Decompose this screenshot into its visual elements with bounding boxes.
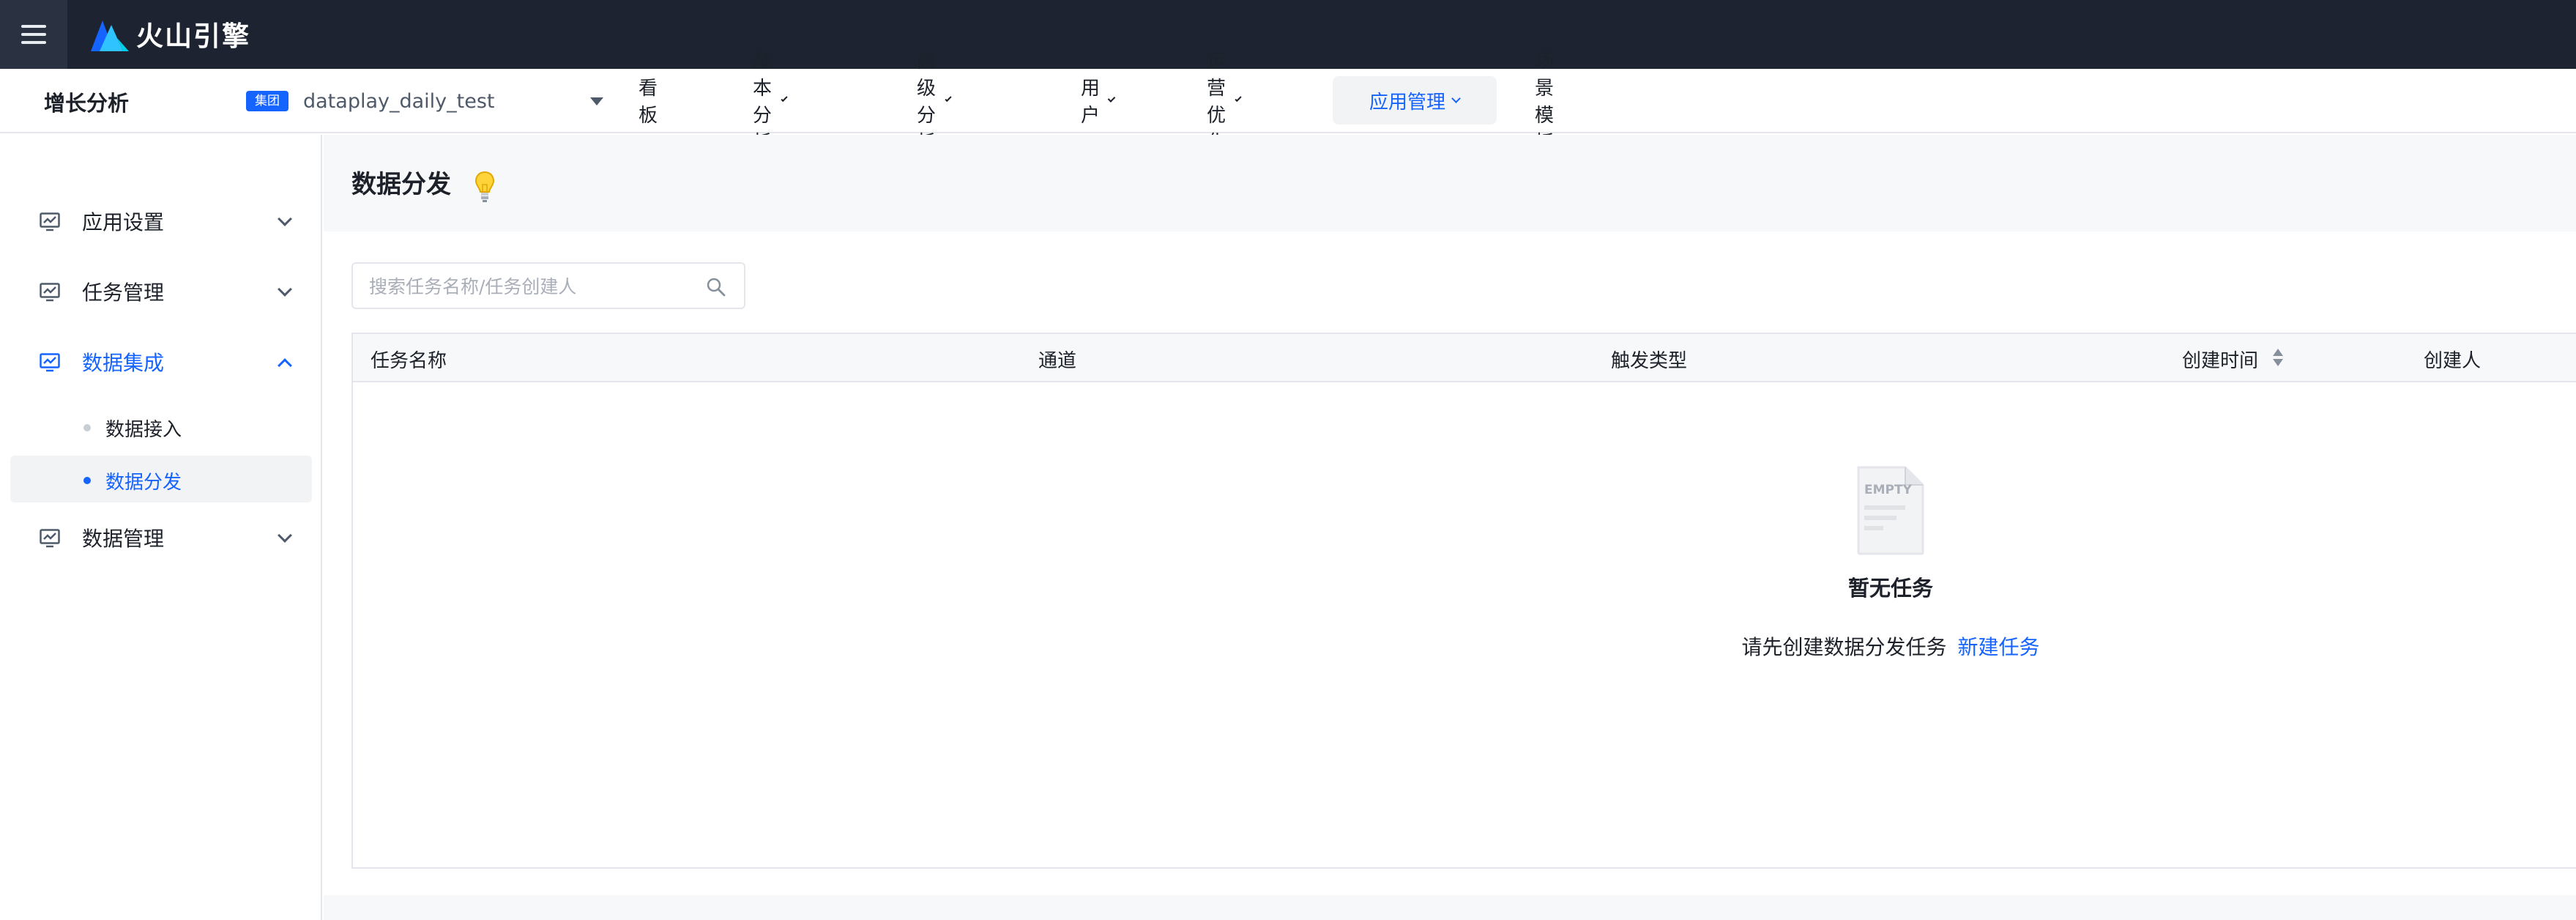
empty-document-icon: EMPTY — [1857, 466, 1924, 555]
column-created-time[interactable]: 创建时间 — [2182, 346, 2258, 373]
sidebar-group-data-management[interactable]: 数据管理 — [10, 514, 312, 561]
app-selector[interactable]: 集团 dataplay_daily_test — [246, 84, 603, 119]
empty-state: EMPTY 暂无任务 请先创建数据分发任务 新建任务 — [1671, 464, 2110, 661]
sidebar-item-label: 数据分发 — [105, 472, 182, 494]
empty-title: 暂无任务 — [1847, 576, 1933, 601]
sidebar-group-label: 数据管理 — [82, 527, 165, 551]
monitor-chart-icon — [40, 283, 60, 302]
sidebar-group-app-settings[interactable]: 应用设置 — [10, 198, 312, 245]
content-panel: 任务名称 通道 触发类型 创建时间 创建人 EMPTY 暂无任务 请 — [324, 231, 2576, 895]
monitor-chart-icon — [40, 212, 60, 231]
sidebar: 应用设置 任务管理 数据集成 数据接入 数据分发 数据管理 — [0, 135, 322, 920]
brand-logo[interactable]: 火山引擎 — [89, 13, 250, 54]
nav-item-app-management[interactable]: 应用管理 — [1333, 76, 1497, 125]
chevron-down-icon — [278, 282, 292, 297]
lightbulb-icon[interactable] — [473, 170, 496, 204]
nav-item-label: 看板 — [639, 78, 658, 127]
sort-icon[interactable] — [2271, 349, 2283, 368]
search-field[interactable] — [351, 262, 745, 309]
empty-icon-text: EMPTY — [1864, 483, 1913, 497]
nav-item-basic-analysis[interactable]: 基本分析 — [753, 51, 788, 154]
empty-description: 请先创建数据分发任务 新建任务 — [1671, 631, 2110, 661]
search-input[interactable] — [369, 271, 691, 302]
column-creator: 创建人 — [2424, 350, 2482, 372]
search-icon[interactable] — [706, 277, 726, 297]
sidebar-group-label: 任务管理 — [82, 281, 165, 305]
monitor-chart-icon — [40, 353, 60, 372]
chevron-down-icon — [278, 212, 292, 226]
task-table: 任务名称 通道 触发类型 创建时间 创建人 EMPTY 暂无任务 请先创建数据分… — [351, 333, 2576, 869]
nav-item-label: 用户 — [1081, 78, 1101, 127]
top-bar: 火山引擎 — [0, 0, 2576, 69]
caret-down-icon — [590, 97, 603, 105]
nav-item-label: 应用管理 — [1369, 91, 1446, 114]
chevron-down-icon — [781, 94, 788, 102]
chevron-down-icon — [1235, 94, 1242, 102]
sidebar-item-label: 数据接入 — [105, 419, 182, 441]
nav-item-scene-templates[interactable]: 场景模板 — [1535, 51, 1554, 154]
column-channel: 通道 — [1038, 350, 1077, 372]
table-header: 任务名称 通道 触发类型 创建时间 创建人 — [353, 334, 2576, 382]
sidebar-item-data-ingest[interactable]: 数据接入 — [10, 403, 312, 450]
sidebar-group-task-management[interactable]: 任务管理 — [10, 268, 312, 315]
nav-item-operations[interactable]: 运营优化 — [1207, 51, 1242, 154]
hamburger-icon — [21, 25, 46, 44]
app-name: dataplay_daily_test — [303, 89, 495, 113]
chevron-down-icon — [1451, 93, 1461, 103]
column-task-name: 任务名称 — [371, 350, 447, 372]
column-trigger-type: 触发类型 — [1611, 350, 1688, 372]
chevron-up-icon — [278, 358, 292, 373]
page-header: 数据分发 — [324, 135, 2576, 231]
sidebar-group-data-integration[interactable]: 数据集成 — [10, 338, 312, 385]
chevron-down-icon — [945, 94, 952, 102]
nav-item-users[interactable]: 用户 — [1081, 76, 1116, 127]
hamburger-menu-button[interactable] — [0, 0, 67, 69]
main-nav: 增长分析 集团 dataplay_daily_test 看板 基本分析 高级分析… — [0, 51, 2576, 154]
chevron-down-icon — [278, 528, 292, 543]
app-group-tag: 集团 — [246, 91, 289, 111]
sidebar-group-label: 应用设置 — [82, 210, 165, 234]
empty-description-text: 请先创建数据分发任务 — [1741, 635, 1947, 659]
sidebar-item-data-distribution[interactable]: 数据分发 — [10, 456, 312, 502]
create-task-link[interactable]: 新建任务 — [1957, 635, 2039, 659]
product-name: 增长分析 — [44, 91, 130, 116]
nav-item-advanced-analysis[interactable]: 高级分析 — [917, 51, 952, 154]
nav-item-dashboard[interactable]: 看板 — [639, 76, 658, 127]
bullet-dot — [83, 424, 91, 431]
main-content: 数据分发 任务名称 通道 触发类型 创建时间 创建人 — [324, 135, 2576, 920]
sidebar-group-label: 数据集成 — [82, 351, 165, 375]
bullet-dot — [83, 477, 91, 484]
volcano-logo-icon — [91, 21, 129, 51]
monitor-chart-icon — [40, 529, 60, 548]
chevron-down-icon — [1107, 94, 1116, 103]
page-title: 数据分发 — [351, 170, 451, 199]
brand-name: 火山引擎 — [136, 21, 250, 52]
